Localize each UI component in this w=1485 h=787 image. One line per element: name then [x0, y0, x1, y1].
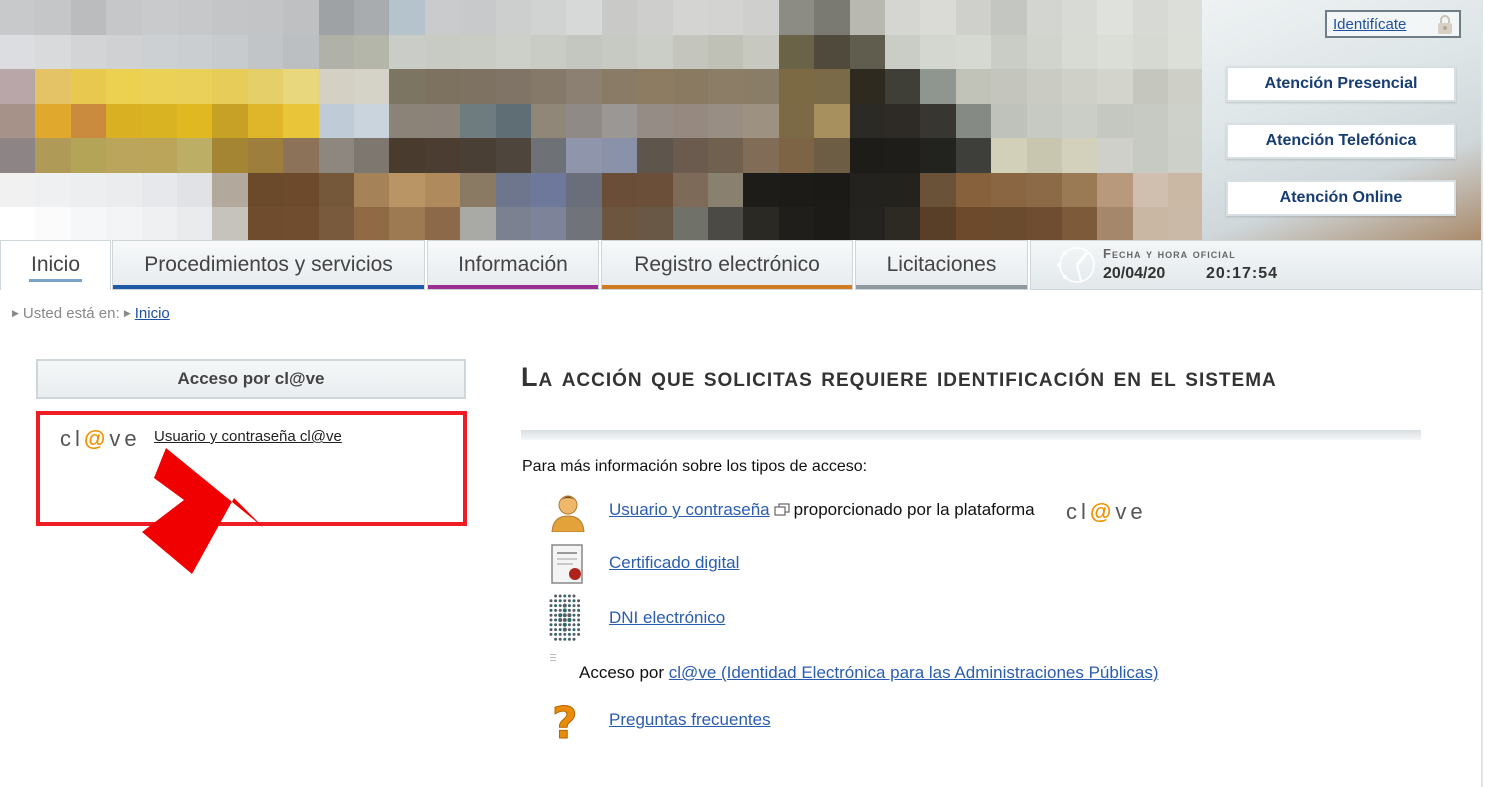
clave-logo: cl@ve — [1066, 499, 1147, 524]
tab-underline — [856, 285, 1027, 289]
tab-label: Procedimientos y servicios — [144, 253, 393, 276]
tab-inicio[interactable]: Inicio — [0, 240, 111, 290]
svg-text:?: ? — [552, 700, 578, 742]
clock-time: 20:17:54 — [1206, 265, 1279, 282]
clock-title: Fecha y hora oficial — [1103, 246, 1236, 261]
tab-underline — [428, 285, 598, 289]
clock-icon — [1057, 247, 1095, 283]
header-banner-image — [0, 0, 1202, 240]
new-window-icon — [774, 503, 790, 516]
tab-label: Información — [458, 253, 568, 276]
main-nav: Inicio Procedimientos y servicios Inform… — [0, 240, 1482, 290]
question-mark-icon: ? — [552, 700, 579, 742]
clave-identity-link[interactable]: cl@ve (Identidad Electrónica para las Ad… — [669, 663, 1159, 682]
user-icon — [551, 495, 585, 532]
login-box[interactable]: Identifícate — [1325, 10, 1461, 38]
tab-label: Inicio — [30, 253, 81, 276]
clave-access-heading: Acceso por cl@ve — [36, 359, 466, 399]
tab-licitaciones[interactable]: Licitaciones — [855, 240, 1028, 290]
lock-icon — [1438, 15, 1452, 34]
clock-date: 20/04/20 — [1103, 265, 1166, 282]
breadcrumb: ▶ Usted está en: ▶ Inicio — [12, 305, 170, 322]
triangle-right-icon: ▶ — [12, 308, 19, 318]
attention-telephone-button[interactable]: Atención Telefónica — [1226, 123, 1456, 159]
clave-logo-text-main: cl@ve — [1066, 499, 1147, 524]
tab-procedimientos[interactable]: Procedimientos y servicios — [112, 240, 425, 290]
faq-link[interactable]: Preguntas frecuentes — [609, 710, 771, 729]
access-intro-text: Para más información sobre los tipos de … — [522, 458, 868, 475]
certificate-icon — [551, 544, 583, 584]
clave-item: Acceso por cl@ve (Identidad Electrónica … — [579, 663, 1159, 683]
clave-prefix: Acceso por — [579, 663, 665, 682]
title-divider — [521, 430, 1421, 440]
identify-link[interactable]: Identifícate — [1333, 16, 1406, 33]
official-clock: Fecha y hora oficial 20/04/20 20:17:54 — [1030, 240, 1482, 290]
tab-label: Licitaciones — [886, 253, 997, 276]
attention-online-button[interactable]: Atención Online — [1226, 180, 1456, 216]
dni-item: DNI electrónico — [609, 608, 725, 628]
user-password-suffix: proporcionado por la plataforma — [793, 500, 1035, 519]
dni-chip-icon — [549, 594, 581, 641]
tab-informacion[interactable]: Información — [427, 240, 599, 290]
tab-registro[interactable]: Registro electrónico — [601, 240, 853, 290]
certificate-item: Certificado digital — [609, 553, 739, 573]
clave-logo-text-left: cl@ve — [60, 426, 141, 451]
certificate-link[interactable]: Certificado digital — [609, 553, 739, 572]
tab-underline — [602, 285, 852, 289]
breadcrumb-home-link[interactable]: Inicio — [135, 305, 170, 322]
attention-presencial-button[interactable]: Atención Presencial — [1226, 66, 1456, 102]
tab-label: Registro electrónico — [634, 253, 820, 276]
tab-underline — [113, 285, 424, 289]
bullet-icon — [550, 654, 556, 662]
clave-user-password-link[interactable]: Usuario y contraseña cl@ve — [154, 428, 342, 445]
user-password-link[interactable]: Usuario y contraseña — [609, 500, 770, 519]
page-title: La acción que solicitas requiere identif… — [521, 362, 1277, 392]
triangle-right-icon: ▶ — [123, 308, 131, 318]
user-password-item: Usuario y contraseña proporcionado por l… — [609, 500, 1035, 520]
tab-underline — [29, 279, 82, 282]
red-arrow-annotation — [142, 448, 264, 574]
dni-link[interactable]: DNI electrónico — [609, 608, 725, 627]
breadcrumb-prefix: Usted está en: — [22, 305, 120, 322]
faq-item: Preguntas frecuentes — [609, 710, 771, 730]
right-border — [1481, 0, 1483, 787]
